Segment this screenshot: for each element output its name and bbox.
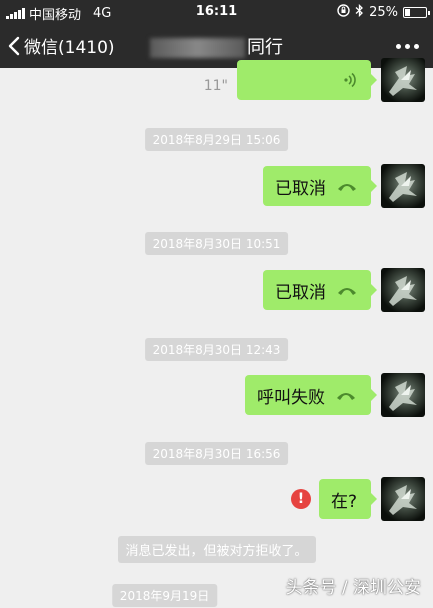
message-row-failed: ! 在? [291, 477, 425, 521]
avatar[interactable] [381, 58, 425, 102]
phone-hangup-icon [337, 393, 355, 400]
avatar[interactable] [381, 373, 425, 417]
message-bubble[interactable]: 呼叫失败 [245, 375, 377, 415]
voice-message-row [237, 58, 425, 102]
status-right: 25% [337, 3, 430, 21]
chat-title-suffix: 同行 [247, 37, 283, 58]
status-bar: 中国移动 4G 16:11 25% [0, 0, 433, 24]
message-bubble[interactable]: 已取消 [263, 270, 377, 310]
message-row: 已取消 [263, 268, 425, 312]
rejected-notice: 消息已发出，但被对方拒收了。 [117, 536, 316, 563]
chat-title: 同行 [0, 33, 433, 59]
voice-duration: 11" [203, 78, 228, 94]
message-text: 已取消 [275, 178, 326, 199]
watermark: 头条号 / 深圳公安 [285, 578, 421, 598]
message-text: 在? [331, 491, 358, 512]
more-options-button[interactable] [396, 44, 419, 49]
message-text: 呼叫失败 [257, 387, 325, 408]
timestamp: 2018年8月30日 16:56 [144, 442, 289, 465]
phone-hangup-icon [338, 288, 356, 295]
timestamp: 2018年8月29日 15:06 [144, 128, 289, 151]
timestamp: 2018年8月30日 10:51 [144, 232, 289, 255]
timestamp: 2018年8月30日 12:43 [144, 338, 289, 361]
message-text: 已取消 [275, 282, 326, 303]
avatar[interactable] [381, 268, 425, 312]
battery-label: 25% [369, 5, 398, 20]
chat-area[interactable]: 11" 2018年8月29日 15:06 已取消 2018年8月30日 10:5… [0, 58, 433, 608]
timestamp: 2018年9月19日 [111, 584, 218, 607]
message-bubble[interactable]: 在? [319, 479, 377, 519]
phone-hangup-icon [338, 184, 356, 191]
bluetooth-icon [355, 3, 364, 21]
avatar[interactable] [381, 477, 425, 521]
voice-wave-icon [344, 72, 356, 88]
blurred-contact-name [150, 38, 245, 58]
message-bubble[interactable]: 已取消 [263, 166, 377, 206]
message-row: 已取消 [263, 164, 425, 208]
send-failed-icon[interactable]: ! [291, 489, 311, 509]
battery-icon [403, 7, 430, 18]
lock-rotation-icon [337, 4, 350, 21]
voice-message-bubble[interactable] [237, 60, 377, 100]
message-row: 呼叫失败 [245, 373, 425, 417]
avatar[interactable] [381, 164, 425, 208]
